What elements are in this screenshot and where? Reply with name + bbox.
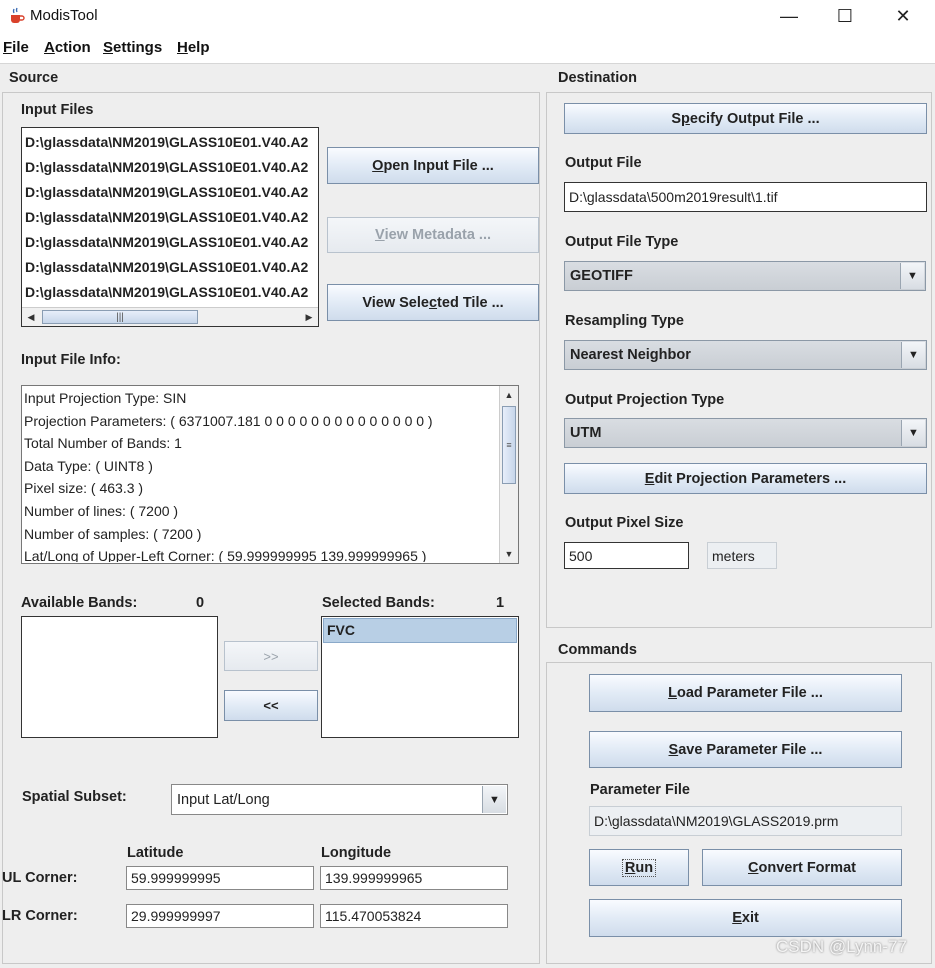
specify-output-file-button[interactable]: Sp ecify Output File ... (564, 103, 927, 134)
info-line: Number of lines: ( 7200 ) (24, 502, 179, 519)
info-line: Lat/Long of Upper-Left Corner: ( 59.9999… (24, 548, 427, 562)
output-file-label: Output File (565, 155, 642, 171)
destination-section-title: Destination (558, 70, 637, 86)
list-item[interactable]: D:\glassdata\NM2019\GLASS10E01.V40.A2 (22, 130, 318, 155)
menu-help[interactable]: Help (177, 39, 210, 56)
selected-bands-count: 1 (496, 595, 505, 611)
menu-file[interactable]: File (3, 39, 29, 56)
view-selected-tile-button[interactable]: View Sele c ted Tile ... (327, 284, 539, 321)
source-section-title: Source (9, 70, 59, 86)
ul-corner-label: UL Corner: (2, 870, 78, 886)
available-bands-count: 0 (196, 595, 205, 611)
output-pixel-size-label: Output Pixel Size (565, 515, 684, 531)
list-item[interactable]: D:\glassdata\NM2019\GLASS10E01.V40.A2 (22, 205, 318, 230)
scroll-down-icon[interactable]: ▼ (500, 545, 518, 563)
java-cup-icon (7, 7, 25, 25)
info-line: Data Type: ( UINT8 ) (24, 457, 153, 474)
add-band-button[interactable]: >> (224, 641, 318, 671)
window-title: ModisTool (30, 7, 98, 24)
remove-band-button[interactable]: << (224, 690, 318, 721)
run-button[interactable]: Run (589, 849, 689, 886)
resampling-type-label: Resampling Type (565, 313, 684, 329)
minimize-button[interactable]: — (766, 0, 812, 32)
save-parameter-file-button[interactable]: Save Parameter File ... (589, 731, 902, 768)
watermark: CSDN @Lynn-77 (776, 937, 907, 956)
menu-settings[interactable]: Settings (103, 39, 162, 56)
input-files-list[interactable]: D:\glassdata\NM2019\GLASS10E01.V40.A2 D:\… (21, 127, 319, 327)
list-item[interactable]: D:\glassdata\NM2019\GLASS10E01.V40.A2 (22, 230, 318, 255)
list-item-selected[interactable]: FVC (323, 618, 517, 643)
open-input-file-button[interactable]: Open Input File ... (327, 147, 539, 184)
ul-longitude-field[interactable]: 139.999999965 (320, 866, 508, 890)
scroll-left-icon[interactable]: ◀ (22, 308, 40, 326)
output-file-type-dropdown[interactable]: GEOTIFF ▼ (564, 261, 926, 291)
output-projection-type-label: Output Projection Type (565, 392, 725, 408)
lr-longitude-field[interactable]: 115.470053824 (320, 904, 508, 928)
info-line: Projection Parameters: ( 6371007.181 0 0… (24, 412, 433, 429)
view-metadata-button[interactable]: View Metadata ... (327, 217, 539, 253)
chevron-down-icon[interactable]: ▼ (482, 786, 506, 813)
list-item[interactable]: D:\glassdata\NM2019\GLASS10E01.V40.A2 (22, 180, 318, 205)
info-vscrollbar[interactable]: ▲ ≡ ▼ (499, 386, 518, 563)
menu-action[interactable]: Action (44, 39, 91, 56)
spatial-subset-label: Spatial Subset: (22, 789, 127, 805)
input-file-info-label: Input File Info: (21, 352, 121, 368)
lr-corner-label: LR Corner: (2, 908, 78, 924)
output-file-type-label: Output File Type (565, 234, 679, 250)
parameter-file-field: D:\glassdata\NM2019\GLASS2019.prm (589, 806, 902, 836)
info-line: Input Projection Type: SIN (24, 390, 187, 406)
load-parameter-file-button[interactable]: Load Parameter File ... (589, 674, 902, 712)
info-line: Number of samples: ( 7200 ) (24, 525, 202, 542)
list-item[interactable]: D:\glassdata\NM2019\GLASS10E01.V40.A2 (22, 155, 318, 180)
output-file-field[interactable]: D:\glassdata\500m2019result\1.tif (564, 182, 927, 212)
edit-projection-parameters-button[interactable]: Edit Projection Parameters ... (564, 463, 927, 494)
output-projection-type-dropdown[interactable]: UTM ▼ (564, 418, 927, 448)
scroll-thumb[interactable]: ||| (42, 310, 198, 324)
close-button[interactable]: ✕ (880, 0, 926, 32)
exit-button[interactable]: Exit (589, 899, 902, 937)
available-bands-label: Available Bands: (21, 595, 138, 611)
commands-section-title: Commands (558, 642, 637, 658)
list-item[interactable]: D:\glassdata\NM2019\GLASS10E01.V40.A2 (22, 280, 318, 305)
scroll-up-icon[interactable]: ▲ (500, 386, 518, 404)
scroll-right-icon[interactable]: ▶ (300, 308, 318, 326)
chevron-down-icon[interactable]: ▼ (900, 263, 924, 289)
info-line: Total Number of Bands: 1 (24, 435, 182, 452)
available-bands-list[interactable] (21, 616, 218, 738)
input-files-label: Input Files (21, 102, 94, 118)
ul-latitude-field[interactable]: 59.999999995 (126, 866, 314, 890)
input-files-hscrollbar[interactable]: ◀ ||| ▶ (22, 307, 318, 326)
selected-bands-label: Selected Bands: (322, 595, 435, 611)
info-line: Pixel size: ( 463.3 ) (24, 480, 144, 497)
scroll-thumb[interactable]: ≡ (502, 406, 516, 484)
resampling-type-dropdown[interactable]: Nearest Neighbor ▼ (564, 340, 927, 370)
chevron-down-icon[interactable]: ▼ (901, 342, 925, 368)
list-item[interactable]: D:\glassdata\NM2019\GLASS10E01.V40.A2 (22, 255, 318, 280)
parameter-file-label: Parameter File (590, 782, 690, 798)
input-file-info-textarea[interactable]: Input Projection Type: SIN Projection Par… (21, 385, 519, 564)
spatial-subset-dropdown[interactable]: Input Lat/Long ▼ (171, 784, 508, 815)
chevron-down-icon[interactable]: ▼ (901, 420, 925, 446)
longitude-label: Longitude (321, 845, 392, 861)
lr-latitude-field[interactable]: 29.999999997 (126, 904, 314, 928)
selected-bands-list[interactable]: FVC (321, 616, 519, 738)
maximize-button[interactable]: ☐ (822, 0, 868, 32)
latitude-label: Latitude (127, 845, 184, 861)
convert-format-button[interactable]: Convert Format (702, 849, 902, 886)
output-pixel-size-field[interactable]: 500 (564, 542, 689, 569)
output-pixel-unit: meters (707, 542, 777, 569)
